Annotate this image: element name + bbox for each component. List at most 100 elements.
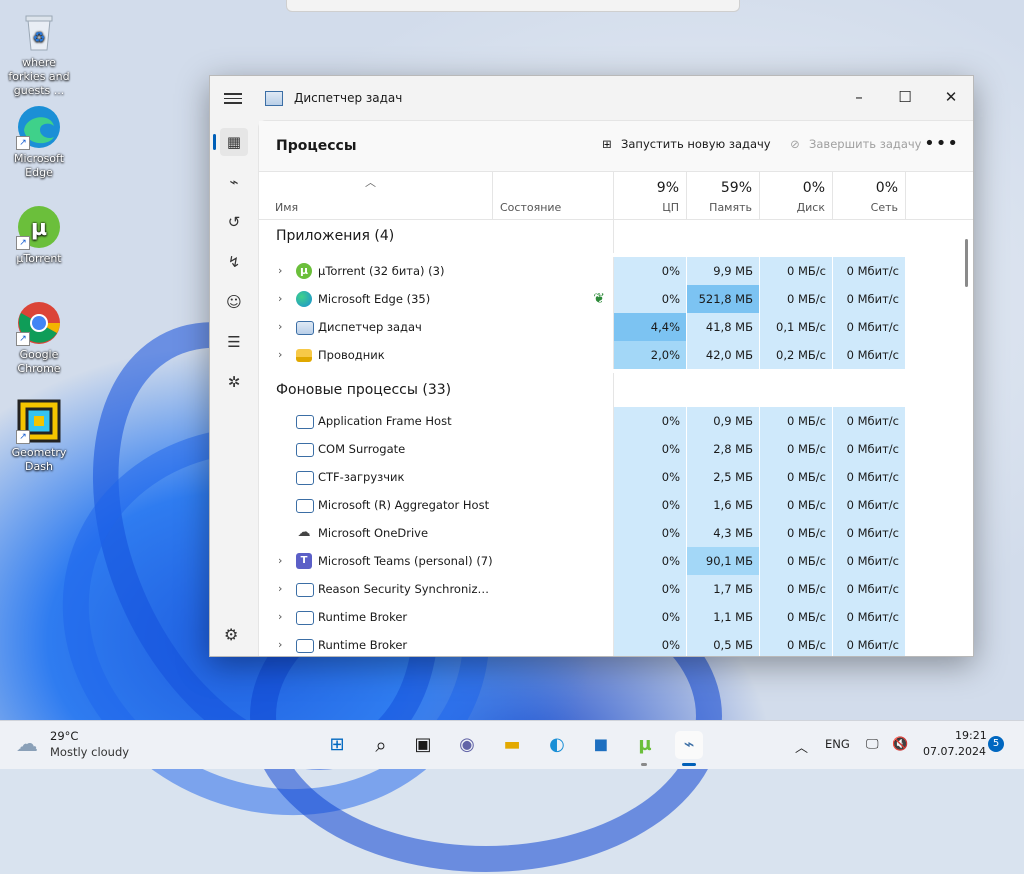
end-task-button[interactable]: ⊘ Завершить задачу: [787, 137, 921, 151]
recycle-bin-icon: ♻: [16, 8, 62, 54]
column-name-label: Имя: [275, 201, 299, 214]
disk-total: 0%: [802, 180, 825, 196]
edge-taskbar-icon[interactable]: ◐: [543, 731, 571, 759]
start-windows-icon[interactable]: ⊞: [323, 731, 351, 759]
chat-icon[interactable]: ◉: [453, 731, 481, 759]
utorrent-taskbar-icon[interactable]: µ: [631, 731, 659, 759]
desktop-icon-label: µTorrent: [16, 252, 62, 265]
network-cell: 0 Мбит/с: [833, 435, 906, 463]
desktop-icon-geometry-dash[interactable]: ↗ Geometry Dash: [4, 398, 74, 474]
search-icon[interactable]: ⌕: [367, 731, 395, 759]
vertical-scrollbar-thumb[interactable]: [965, 239, 968, 287]
nav-users-icon[interactable]: ☺: [220, 288, 248, 316]
window-title: Диспетчер задач: [294, 91, 403, 105]
network-icon[interactable]: 🖵: [866, 737, 879, 752]
memory-label: Память: [709, 201, 752, 214]
nav-performance-icon[interactable]: ⌁: [220, 168, 248, 196]
status-cell: [493, 463, 614, 491]
shortcut-arrow-icon: ↗: [16, 332, 30, 346]
chevron-up-icon[interactable]: ︿: [795, 737, 808, 756]
language-indicator[interactable]: ENG: [825, 737, 850, 751]
desktop-icon-utorrent[interactable]: µ ↗ µTorrent: [4, 204, 74, 266]
table-row[interactable]: CTF-загрузчик 0% 2,5 МБ 0 МБ/с 0 Мбит/с: [259, 463, 973, 491]
table-row[interactable]: › Reason Security Synchronize S... 0% 1,…: [259, 575, 973, 603]
run-new-task-button[interactable]: ⊞ Запустить новую задачу: [599, 137, 770, 151]
table-row[interactable]: Microsoft (R) Aggregator Host 0% 1,6 МБ …: [259, 491, 973, 519]
column-header-memory[interactable]: 59% Память: [687, 171, 760, 219]
command-bar: Процессы ⊞ Запустить новую задачу ⊘ Заверш…: [259, 121, 973, 172]
group-header-background[interactable]: Фоновые процессы (33): [259, 373, 973, 407]
network-cell: 0 Мбит/с: [833, 341, 906, 369]
snap-layout-bar[interactable]: [286, 0, 740, 12]
network-cell: 0 Мбит/с: [833, 603, 906, 631]
nav-processes-icon[interactable]: ▦: [220, 128, 248, 156]
process-name: COM Surrogate: [318, 442, 406, 456]
cpu-cell: 0%: [614, 257, 687, 285]
disk-cell: 0,1 МБ/с: [760, 313, 833, 341]
task-manager-taskbar-icon[interactable]: ⌁: [675, 731, 703, 759]
desktop-icon-edge[interactable]: ↗ Microsoft Edge: [4, 104, 74, 180]
shortcut-arrow-icon: ↗: [16, 136, 30, 150]
column-header-disk[interactable]: 0% Диск: [760, 171, 833, 219]
nav-services-icon[interactable]: ✲: [220, 368, 248, 396]
cpu-cell: 4,4%: [614, 313, 687, 341]
status-cell: [493, 631, 614, 656]
nav-details-icon[interactable]: ☰: [220, 328, 248, 356]
disk-cell: 0 МБ/с: [760, 491, 833, 519]
minimize-button[interactable]: –: [836, 83, 882, 111]
more-options-button[interactable]: •••: [924, 133, 959, 154]
table-row[interactable]: Application Frame Host 0% 0,9 МБ 0 МБ/с …: [259, 407, 973, 435]
network-cell: 0 Мбит/с: [833, 407, 906, 435]
store-icon[interactable]: ◼: [587, 731, 615, 759]
memory-cell: 90,1 МБ: [687, 547, 760, 575]
table-row-task-manager[interactable]: › Диспетчер задач 4,4% 41,8 МБ 0,1 МБ/с …: [259, 313, 973, 341]
desktop-icon-chrome[interactable]: ↗ Google Chrome: [4, 300, 74, 376]
disk-cell: 0 МБ/с: [760, 285, 833, 313]
maximize-button[interactable]: ☐: [882, 83, 928, 111]
clock-time[interactable]: 19:21: [955, 729, 987, 742]
nav-settings-icon[interactable]: ⚙: [224, 625, 238, 644]
column-header-network[interactable]: 0% Сеть: [833, 171, 906, 219]
table-row[interactable]: › Runtime Broker 0% 0,5 МБ 0 МБ/с 0 Мбит…: [259, 631, 973, 656]
desktop-icon-recycle-bin[interactable]: ♻ where forkies and guests ...: [4, 8, 74, 98]
volume-muted-icon[interactable]: 🔇: [892, 737, 908, 752]
column-header-cpu[interactable]: 9% ЦП: [614, 171, 687, 219]
disk-cell: 0 МБ/с: [760, 575, 833, 603]
task-manager-window: Диспетчер задач – ☐ ✕ ▦ ⌁ ↺ ↯ ☺ ☰ ✲ ⚙ Пр…: [209, 75, 974, 657]
table-row[interactable]: COM Surrogate 0% 2,8 МБ 0 МБ/с 0 Мбит/с: [259, 435, 973, 463]
table-row-utorrent[interactable]: › µ µTorrent (32 бита) (3) 0% 9,9 МБ 0 М…: [259, 257, 973, 285]
new-task-icon: ⊞: [602, 137, 612, 151]
network-cell: 0 Мбит/с: [833, 257, 906, 285]
nav-app-history-icon[interactable]: ↺: [220, 208, 248, 236]
close-button[interactable]: ✕: [928, 83, 973, 111]
shortcut-arrow-icon: ↗: [16, 236, 30, 250]
group-header-apps[interactable]: Приложения (4): [259, 219, 973, 253]
table-row[interactable]: ☁ Microsoft OneDrive 0% 4,3 МБ 0 МБ/с 0 …: [259, 519, 973, 547]
column-header-name[interactable]: ︿ Имя: [259, 171, 493, 219]
hamburger-menu-button[interactable]: [224, 90, 242, 106]
table-row[interactable]: › Runtime Broker 0% 1,1 МБ 0 МБ/с 0 Мбит…: [259, 603, 973, 631]
table-row[interactable]: › T Microsoft Teams (personal) (7) 0% 90…: [259, 547, 973, 575]
weather-cloud-icon[interactable]: ☁: [16, 732, 38, 757]
table-row-edge[interactable]: › Microsoft Edge (35) ❦ 0% 521,8 МБ 0 МБ…: [259, 285, 973, 313]
title-bar[interactable]: Диспетчер задач – ☐ ✕: [210, 76, 973, 120]
nav-startup-apps-icon[interactable]: ↯: [220, 248, 248, 276]
network-cell: 0 Мбит/с: [833, 313, 906, 341]
status-cell: [493, 257, 614, 285]
network-total: 0%: [875, 180, 898, 196]
weather-temperature[interactable]: 29°C: [50, 729, 78, 743]
file-explorer-icon[interactable]: ▬: [498, 731, 526, 759]
status-cell: [493, 575, 614, 603]
clock-date[interactable]: 07.07.2024: [923, 745, 986, 758]
disk-cell: 0 МБ/с: [760, 519, 833, 547]
table-row-explorer[interactable]: › Проводник 2,0% 42,0 МБ 0,2 МБ/с 0 Мбит…: [259, 341, 973, 369]
memory-cell: 521,8 МБ: [687, 285, 760, 313]
task-view-icon[interactable]: ▣: [409, 731, 437, 759]
memory-cell: 1,6 МБ: [687, 491, 760, 519]
notification-badge[interactable]: 5: [988, 736, 1004, 752]
network-cell: 0 Мбит/с: [833, 631, 906, 656]
column-header-status[interactable]: Состояние: [493, 171, 614, 219]
weather-description[interactable]: Mostly cloudy: [50, 745, 129, 759]
page-title: Процессы: [276, 138, 357, 154]
process-name: CTF-загрузчик: [318, 470, 405, 484]
